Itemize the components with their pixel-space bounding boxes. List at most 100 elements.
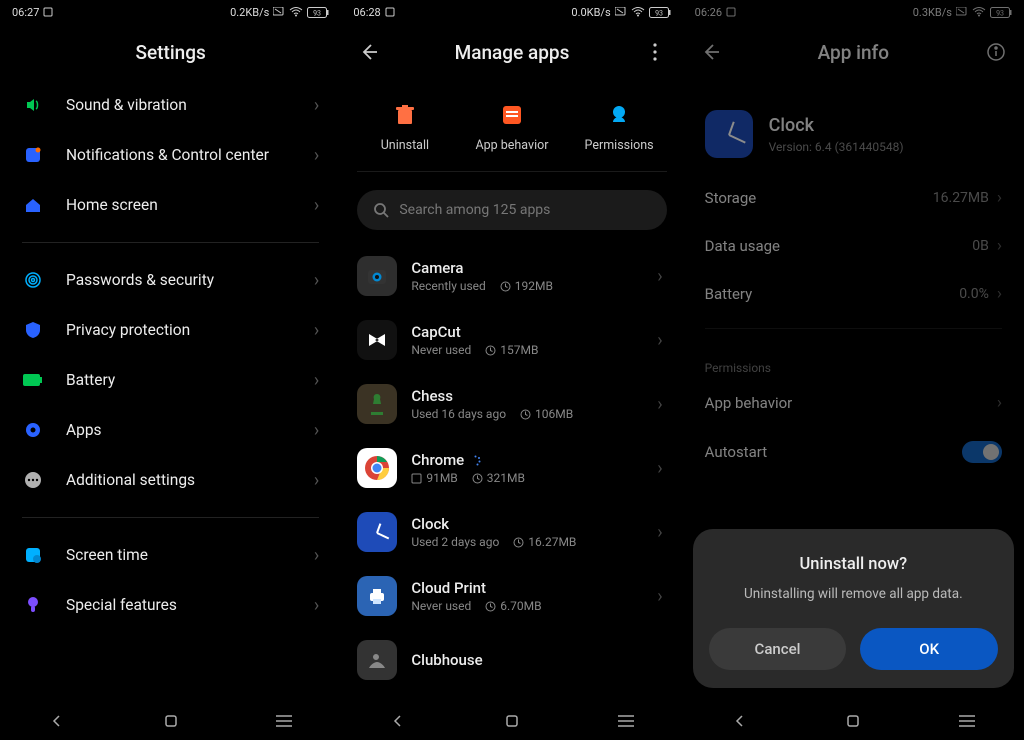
settings-item-label: Home screen <box>66 196 158 214</box>
nav-back[interactable] <box>378 714 418 728</box>
status-rate: 0.3KB/s <box>913 6 952 19</box>
title-row: App info <box>683 24 1024 80</box>
permissions-action[interactable]: Permissions <box>569 102 669 153</box>
navigation-bar <box>0 702 341 740</box>
status-rate: 0.0KB/s <box>571 6 610 19</box>
apps-list[interactable]: Camera Recently used 192MB › CapCut Neve… <box>341 244 682 740</box>
app-name: Cloud Print <box>411 579 643 597</box>
settings-item-screentime[interactable]: Screen time › <box>0 530 341 580</box>
chevron-right-icon: › <box>314 145 319 166</box>
info-row-battery[interactable]: Battery 0.0% › <box>683 270 1024 318</box>
clock-icon <box>357 512 397 552</box>
app-subtitle: Used 16 days ago <box>411 407 506 421</box>
app-subtitle: Never used <box>411 343 471 357</box>
app-info-pane: 06:26 0.3KB/s 93 App info Clock Version:… <box>683 0 1024 740</box>
chevron-right-icon: › <box>997 236 1002 256</box>
app-row-chess[interactable]: Chess Used 16 days ago 106MB › <box>341 372 682 436</box>
settings-item-security[interactable]: Passwords & security › <box>0 255 341 305</box>
hourglass-icon <box>22 544 44 566</box>
nav-back[interactable] <box>720 714 760 728</box>
nav-recents[interactable] <box>606 715 646 727</box>
app-row-chrome[interactable]: Chrome 91MB 321MB › <box>341 436 682 500</box>
app-name: Camera <box>411 259 643 277</box>
uninstall-action[interactable]: Uninstall <box>355 102 455 153</box>
chevron-right-icon: › <box>314 595 319 616</box>
shield-icon <box>22 319 44 341</box>
app-row-capcut[interactable]: CapCut Never used 157MB › <box>341 308 682 372</box>
button-label: Cancel <box>755 640 801 658</box>
title-row: Settings <box>0 24 341 80</box>
battery-icon: 93 <box>307 7 329 18</box>
app-row-cloudprint[interactable]: Cloud Print Never used 6.70MB › <box>341 564 682 628</box>
nav-home[interactable] <box>492 714 532 728</box>
storage-icon <box>472 473 483 484</box>
app-size: 157MB <box>500 343 538 357</box>
settings-item-label: Sound & vibration <box>66 96 187 114</box>
back-button[interactable] <box>357 40 381 64</box>
status-bar: 06:26 0.3KB/s 93 <box>683 0 1024 24</box>
divider <box>22 517 319 518</box>
chevron-right-icon: › <box>997 188 1002 208</box>
settings-item-privacy[interactable]: Privacy protection › <box>0 305 341 355</box>
settings-item-additional[interactable]: Additional settings › <box>0 455 341 505</box>
search-icon <box>373 202 389 218</box>
app-row-camera[interactable]: Camera Recently used 192MB › <box>341 244 682 308</box>
dots-icon <box>22 469 44 491</box>
settings-item-label: Notifications & Control center <box>66 146 269 164</box>
autostart-toggle[interactable] <box>962 441 1002 463</box>
wand-icon <box>22 594 44 616</box>
nav-recents[interactable] <box>264 715 304 727</box>
settings-item-battery[interactable]: Battery › <box>0 355 341 405</box>
button-label: OK <box>919 640 939 658</box>
info-row-app-behavior[interactable]: App behavior › <box>683 379 1024 427</box>
row-label: Autostart <box>705 443 767 461</box>
info-button[interactable] <box>984 40 1008 64</box>
storage-icon <box>513 537 524 548</box>
nav-home[interactable] <box>833 714 873 728</box>
no-mobile-data-icon <box>273 7 285 17</box>
svg-text:93: 93 <box>313 9 321 17</box>
settings-item-apps[interactable]: Apps › <box>0 405 341 455</box>
capcut-icon <box>357 320 397 360</box>
search-placeholder: Search among 125 apps <box>399 202 550 218</box>
divider <box>357 171 666 172</box>
gear-icon <box>22 419 44 441</box>
chevron-right-icon: › <box>314 270 319 291</box>
chevron-right-icon: › <box>657 266 662 287</box>
info-row-datausage[interactable]: Data usage 0B › <box>683 222 1024 270</box>
ok-button[interactable]: OK <box>860 628 998 670</box>
divider <box>22 242 319 243</box>
chevron-right-icon: › <box>657 394 662 415</box>
more-button[interactable] <box>643 40 667 64</box>
cancel-button[interactable]: Cancel <box>709 628 847 670</box>
nav-recents[interactable] <box>947 715 987 727</box>
status-bar: 06:28 0.0KB/s 93 <box>341 0 682 24</box>
chevron-right-icon: › <box>314 370 319 391</box>
app-row-clubhouse[interactable]: Clubhouse <box>341 628 682 682</box>
app-info-header: Clock Version: 6.4 (361440548) <box>683 80 1024 174</box>
back-button[interactable] <box>699 40 723 64</box>
row-value: 16.27MB <box>933 190 989 206</box>
settings-item-notifications[interactable]: Notifications & Control center › <box>0 130 341 180</box>
app-behavior-action[interactable]: App behavior <box>462 102 562 153</box>
app-row-clock[interactable]: Clock Used 2 days ago 16.27MB › <box>341 500 682 564</box>
nav-home[interactable] <box>151 714 191 728</box>
info-row-storage[interactable]: Storage 16.27MB › <box>683 174 1024 222</box>
settings-item-home[interactable]: Home screen › <box>0 180 341 230</box>
storage-icon <box>485 345 496 356</box>
chevron-right-icon: › <box>314 420 319 441</box>
settings-item-sound[interactable]: Sound & vibration › <box>0 80 341 130</box>
app-size: 16.27MB <box>528 535 576 549</box>
chevron-right-icon: › <box>997 284 1002 304</box>
app-subtitle: 91MB <box>426 471 457 485</box>
app-size: 6.70MB <box>500 599 541 613</box>
app-name: Chess <box>411 387 643 405</box>
search-input[interactable]: Search among 125 apps <box>357 190 666 230</box>
chevron-right-icon: › <box>314 195 319 216</box>
nav-back[interactable] <box>37 714 77 728</box>
settings-item-special[interactable]: Special features › <box>0 580 341 630</box>
bell-icon <box>22 144 44 166</box>
app-name: Clock <box>411 515 643 533</box>
info-row-autostart[interactable]: Autostart <box>683 427 1024 477</box>
status-bar: 06:27 0.2KB/s 93 <box>0 0 341 24</box>
